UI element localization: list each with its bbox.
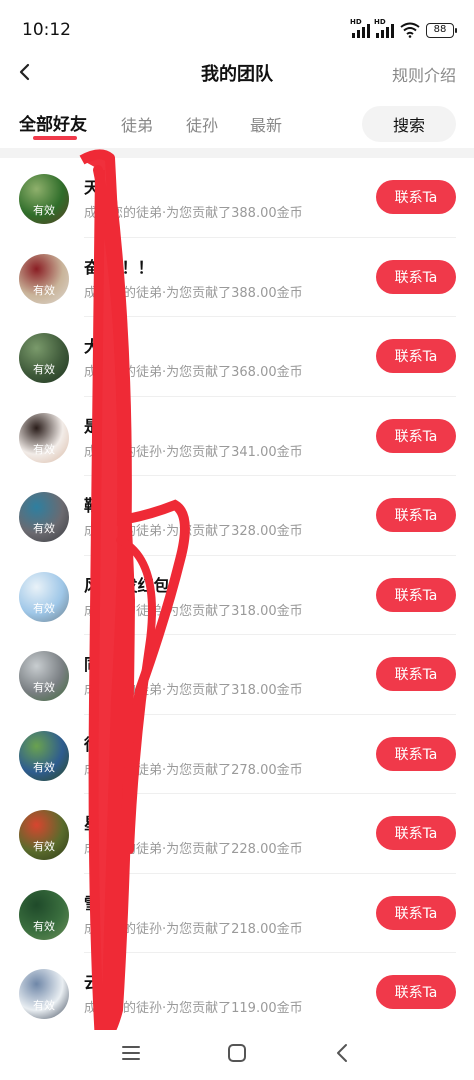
contact-button[interactable]: 联系Ta [376,418,456,453]
avatar: 有效 [19,730,69,781]
friend-contribution: 成为您的徒弟·为您贡献了318.00金币 [84,683,303,698]
system-nav-bar [0,1030,474,1080]
signal-2-icon: HD [374,18,394,38]
friend-row[interactable]: 有效 鞋 软成为您的徒弟·为您贡献了328.00金币 联系Ta [0,476,474,556]
friend-name: 同 [84,655,101,674]
signal-icon: HD [350,18,370,38]
friend-name: 风 你发红包 [84,575,170,595]
tab-grand-apprentice[interactable]: 徒孙 [186,112,218,136]
section-divider [0,148,474,158]
friend-contribution: 成为您的徒弟·为您贡献了328.00金币 [84,524,303,539]
avatar: 有效 [19,333,69,383]
nav-bar: 我的团队 规则介绍 [0,50,474,94]
friend-row[interactable]: 有效 雪成为您的徒孙·为您贡献了218.00金币 联系Ta [0,874,474,954]
avatar: 有效 [19,810,69,860]
contact-button[interactable]: 联系Ta [376,180,456,214]
tab-bar: 全部好友 徒弟 徒孙 最新 搜索 [0,100,474,150]
friend-contribution: 成为您的徒孙·为您贡献了119.00金币 [84,1001,303,1016]
valid-badge: 有效 [33,283,55,297]
avatar: 有效 [19,571,69,622]
avatar: 有效 [19,969,69,1019]
friend-name: 奋 ！！！ [84,257,154,277]
signal-hd-label: HD [350,18,362,26]
friend-name: 大 号 [84,337,122,356]
tab-all-friends[interactable]: 全部好友 [19,110,87,135]
valid-badge: 有效 [33,681,55,694]
menu-icon[interactable] [118,1040,144,1066]
contact-button[interactable]: 联系Ta [376,816,456,850]
friend-name: 天 [84,178,101,197]
contact-button[interactable]: 联系Ta [376,577,456,612]
friend-name: 徐 [84,734,101,754]
avatar: 有效 [19,492,69,542]
tab-latest[interactable]: 最新 [250,112,282,136]
friend-contribution: 成为您的徒孙·为您贡献了341.00金币 [84,444,303,460]
friend-contribution: 成为您的徒弟·为您贡献了318.00金币 [84,603,303,619]
valid-badge: 有效 [33,601,55,615]
friend-contribution: 成为您的徒弟·为您贡献了368.00金币 [84,365,303,380]
tab-apprentice[interactable]: 徒弟 [121,112,153,136]
contact-button[interactable]: 联系Ta [376,259,456,294]
signal-2-hd-label: HD [374,18,386,26]
valid-badge: 有效 [33,522,55,535]
friend-row[interactable]: 有效 云成为您的徒孙·为您贡献了119.00金币 联系Ta [0,953,474,1033]
friend-contribution: 成为您的徒弟·为您贡献了388.00金币 [84,285,303,301]
friend-row[interactable]: 有效 天成为您的徒弟·为您贡献了388.00金币 联系Ta [0,158,474,238]
back-icon[interactable] [330,1040,356,1066]
avatar: 有效 [19,412,69,463]
friend-contribution: 成为您的徒弟·为您贡献了388.00金币 [84,206,303,221]
friend-name: 雪 [84,893,101,913]
battery-icon: 88 [426,22,457,38]
avatar: 有效 [19,889,69,940]
friend-name: 云 [84,973,101,992]
contact-button[interactable]: 联系Ta [376,498,456,532]
friend-row[interactable]: 有效 大 号成为您的徒弟·为您贡献了368.00金币 联系Ta [0,317,474,397]
contact-button[interactable]: 联系Ta [376,895,456,930]
contact-button[interactable]: 联系Ta [376,736,456,771]
friend-row[interactable]: 有效 奋 ！！！ 成为您的徒弟·为您贡献了388.00金币 联系Ta [0,238,474,318]
valid-badge: 有效 [33,919,55,933]
status-icons: HD HD 88 [350,18,457,40]
valid-badge: 有效 [33,204,55,217]
valid-badge: 有效 [33,840,55,853]
friend-row[interactable]: 有效 是成为您的徒孙·为您贡献了341.00金币 联系Ta [0,397,474,477]
friend-name: 星 海 [84,814,122,833]
valid-badge: 有效 [33,760,55,774]
contact-button[interactable]: 联系Ta [376,339,456,373]
friend-name: 是 [84,416,101,436]
friend-contribution: 成为您的徒弟·为您贡献了228.00金币 [84,842,303,857]
valid-badge: 有效 [33,442,55,456]
friend-name: 鞋 软 [84,496,122,515]
search-button[interactable]: 搜索 [362,106,456,142]
avatar: 有效 [19,174,69,224]
avatar: 有效 [19,253,69,304]
friend-row[interactable]: 有效 同成为您的徒弟·为您贡献了318.00金币 联系Ta [0,635,474,715]
friend-row[interactable]: 有效 徐成为您的徒弟·为您贡献了278.00金币 联系Ta [0,715,474,795]
valid-badge: 有效 [33,363,55,376]
friend-list: 有效天成为您的徒弟·为您贡献了388.00金币 联系Ta 有效奋 ！！！ 成为您的徒弟… [0,158,474,1033]
avatar: 有效 [19,651,69,701]
contact-button[interactable]: 联系Ta [376,657,456,691]
friend-row[interactable]: 有效 星 海成为您的徒弟·为您贡献了228.00金币 联系Ta [0,794,474,874]
rules-link[interactable]: 规则介绍 [392,62,456,86]
valid-badge: 有效 [33,999,55,1012]
friend-contribution: 成为您的徒孙·为您贡献了218.00金币 [84,921,303,937]
home-icon[interactable] [224,1040,250,1066]
status-time: 10:12 [22,20,71,40]
contact-button[interactable]: 联系Ta [376,975,456,1009]
tab-active-indicator [33,136,77,140]
friend-contribution: 成为您的徒弟·为您贡献了278.00金币 [84,762,303,778]
friend-row[interactable]: 有效 风 你发红包成为您的徒弟·为您贡献了318.00金币 联系Ta [0,556,474,636]
wifi-icon [400,22,420,38]
